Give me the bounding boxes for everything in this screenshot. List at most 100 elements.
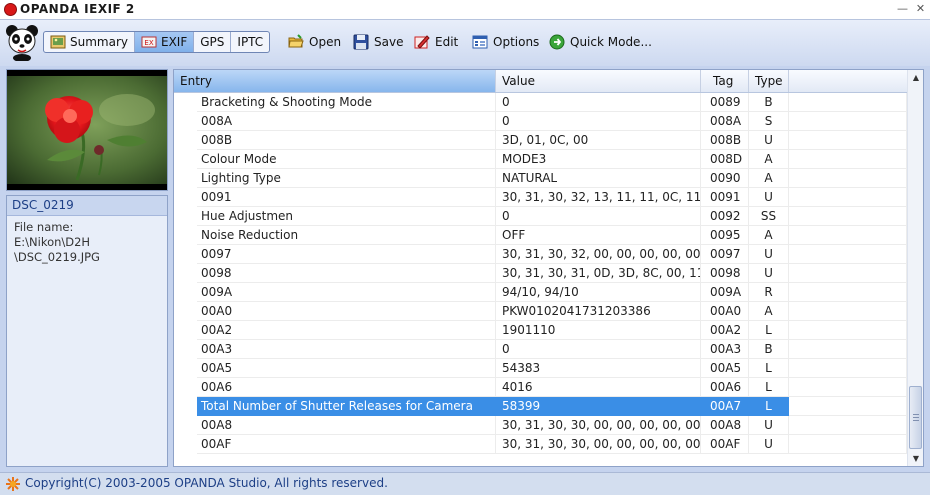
cell-entry: 008B	[197, 131, 496, 150]
cell-value: 30, 31, 30, 30, 00, 00, 00, 00, 00, ...	[496, 435, 701, 454]
open-button-label: Open	[309, 35, 342, 49]
cell-entry: Hue Adjustmen	[197, 207, 496, 226]
cell-type: A	[749, 169, 789, 188]
open-button[interactable]: Open	[288, 33, 341, 51]
cell-tag: 008A	[701, 112, 749, 131]
cell-entry: Total Number of Shutter Releases for Cam…	[197, 397, 496, 416]
cell-entry: 00A2	[197, 321, 496, 340]
cell-value: 30, 31, 30, 30, 00, 00, 00, 00, 00, ...	[496, 416, 701, 435]
table-row[interactable]: Bracketing & Shooting Mode 0 0089 B	[174, 93, 907, 112]
row-filler	[789, 150, 907, 169]
file-info-panel: DSC_0219 File name: E:\Nikon\D2H \DSC_02…	[6, 195, 168, 467]
minimize-icon[interactable]: —	[896, 3, 909, 16]
cell-tag: 009A	[701, 283, 749, 302]
column-header-value[interactable]: Value	[496, 70, 701, 92]
scroll-down-arrow-icon[interactable]: ▼	[908, 451, 923, 466]
opanda-sun-icon	[6, 477, 20, 491]
row-filler	[789, 359, 907, 378]
tab-gps[interactable]: GPS	[194, 32, 232, 52]
table-row[interactable]: Hue Adjustmen 0 0092 SS	[174, 207, 907, 226]
cell-value: 0	[496, 340, 701, 359]
row-filler	[789, 226, 907, 245]
cell-entry: 0091	[197, 188, 496, 207]
quick-mode-button[interactable]: Quick Mode...	[549, 33, 652, 51]
quick-mode-button-label: Quick Mode...	[570, 35, 652, 49]
cell-tag: 008D	[701, 150, 749, 169]
save-button-label: Save	[374, 35, 404, 49]
cell-tag: 0090	[701, 169, 749, 188]
table-header: Entry Value Tag Type	[174, 70, 907, 93]
cell-type: U	[749, 245, 789, 264]
tab-exif[interactable]: EX EXIF	[135, 32, 195, 52]
row-filler	[789, 131, 907, 150]
table-row[interactable]: Colour Mode MODE3 008D A	[174, 150, 907, 169]
cell-entry: 00A0	[197, 302, 496, 321]
cell-tag: 0092	[701, 207, 749, 226]
cell-type: A	[749, 302, 789, 321]
table-row[interactable]: 0091 30, 31, 30, 32, 13, 11, 11, 0C, 11, …	[174, 188, 907, 207]
cell-value: 4016	[496, 378, 701, 397]
cell-tag: 0089	[701, 93, 749, 112]
cell-entry: 00A3	[197, 340, 496, 359]
close-icon[interactable]: ✕	[914, 3, 927, 16]
exif-table: Entry Value Tag Type Bracketing & Shooti…	[173, 69, 924, 467]
cell-entry: 00A5	[197, 359, 496, 378]
cell-entry: 0097	[197, 245, 496, 264]
cell-value: 30, 31, 30, 32, 00, 00, 00, 00, 00, ...	[496, 245, 701, 264]
row-filler	[789, 112, 907, 131]
scrollbar-thumb[interactable]	[909, 386, 922, 449]
table-row[interactable]: 008A 0 008A S	[174, 112, 907, 131]
folder-open-icon	[288, 34, 304, 48]
table-row[interactable]: Lighting Type NATURAL 0090 A	[174, 169, 907, 188]
options-button[interactable]: Options	[472, 33, 539, 51]
save-button[interactable]: Save	[353, 33, 403, 51]
edit-button[interactable]: Edit	[414, 33, 458, 51]
cell-type: U	[749, 416, 789, 435]
tab-iptc[interactable]: IPTC	[231, 32, 269, 52]
table-row[interactable]: 00A2 1901110 00A2 L	[174, 321, 907, 340]
table-row[interactable]: 00A8 30, 31, 30, 30, 00, 00, 00, 00, 00, …	[174, 416, 907, 435]
cell-type: U	[749, 264, 789, 283]
cell-entry: 0098	[197, 264, 496, 283]
cell-tag: 00A3	[701, 340, 749, 359]
cell-tag: 0095	[701, 226, 749, 245]
cell-value: 58399	[496, 397, 701, 416]
tab-summary[interactable]: Summary	[44, 32, 135, 52]
row-filler	[789, 283, 907, 302]
table-row[interactable]: 00A5 54383 00A5 L	[174, 359, 907, 378]
cell-tag: 008B	[701, 131, 749, 150]
table-row[interactable]: 00A3 0 00A3 B	[174, 340, 907, 359]
cell-type: A	[749, 226, 789, 245]
cell-value: 0	[496, 207, 701, 226]
cell-tag: 00A6	[701, 378, 749, 397]
table-row[interactable]: 0098 30, 31, 30, 31, 0D, 3D, 8C, 00, 11,.…	[174, 264, 907, 283]
cell-tag: 00A7	[701, 397, 749, 416]
row-filler	[789, 416, 907, 435]
table-row[interactable]: Total Number of Shutter Releases for Cam…	[174, 397, 907, 416]
column-header-entry[interactable]: Entry	[174, 70, 496, 92]
row-filler	[789, 207, 907, 226]
table-row[interactable]: Noise Reduction OFF 0095 A	[174, 226, 907, 245]
cell-tag: 0091	[701, 188, 749, 207]
scroll-up-arrow-icon[interactable]: ▲	[908, 70, 923, 85]
cell-entry: 00A8	[197, 416, 496, 435]
table-row[interactable]: 00AF 30, 31, 30, 30, 00, 00, 00, 00, 00, …	[174, 435, 907, 454]
cell-value: 30, 31, 30, 31, 0D, 3D, 8C, 00, 11,...	[496, 264, 701, 283]
column-header-tag[interactable]: Tag	[701, 70, 749, 92]
cell-type: U	[749, 131, 789, 150]
row-filler	[789, 302, 907, 321]
options-button-label: Options	[493, 35, 540, 49]
table-row[interactable]: 0097 30, 31, 30, 32, 00, 00, 00, 00, 00, …	[174, 245, 907, 264]
row-filler	[789, 321, 907, 340]
cell-value: 1901110	[496, 321, 701, 340]
options-grid-icon	[472, 35, 488, 49]
column-header-type[interactable]: Type	[749, 70, 789, 92]
tab-exif-label: EXIF	[161, 35, 188, 49]
table-row[interactable]: 00A6 4016 00A6 L	[174, 378, 907, 397]
table-body: Bracketing & Shooting Mode 0 0089 B 008A 0 008…	[174, 93, 907, 454]
table-row[interactable]: 00A0 PKW0102041731203386 00A0 A	[174, 302, 907, 321]
table-row[interactable]: 008B 3D, 01, 0C, 00 008B U	[174, 131, 907, 150]
table-row[interactable]: 009A 94/10, 94/10 009A R	[174, 283, 907, 302]
app-title: OPANDA IEXIF 2	[20, 2, 135, 16]
vertical-scrollbar[interactable]: ▲ ▼	[907, 70, 923, 466]
